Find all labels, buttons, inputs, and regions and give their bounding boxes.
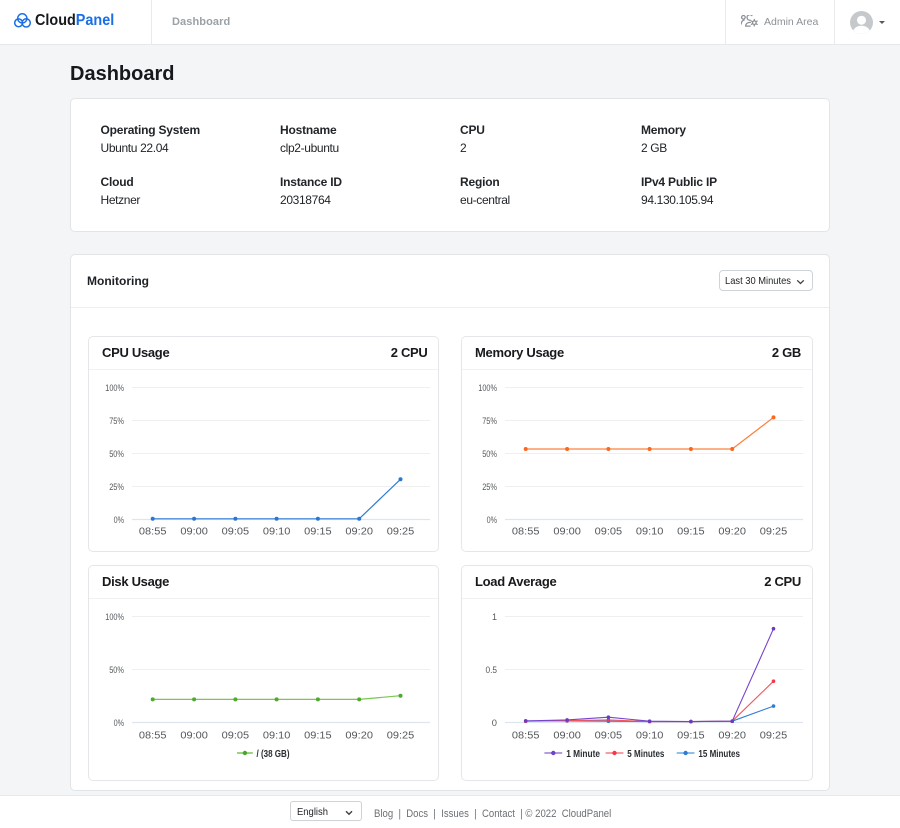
svg-text:09:20: 09:20 [345,731,373,742]
svg-text:75%: 75% [109,416,124,426]
svg-text:100%: 100% [105,612,124,622]
svg-text:1: 1 [492,612,497,622]
svg-text:25%: 25% [109,482,124,492]
svg-text:50%: 50% [109,449,124,459]
svg-text:09:25: 09:25 [387,527,415,538]
svg-text:5 Minutes: 5 Minutes [627,749,665,760]
svg-text:09:20: 09:20 [718,731,746,742]
svg-text:09:20: 09:20 [345,527,373,538]
svg-text:100%: 100% [478,383,497,393]
svg-text:09:25: 09:25 [760,731,788,742]
svg-text:09:15: 09:15 [677,527,705,538]
svg-text:09:00: 09:00 [553,731,581,742]
svg-text:09:15: 09:15 [304,527,332,538]
svg-text:50%: 50% [482,449,497,459]
svg-text:25%: 25% [482,482,497,492]
svg-text:09:20: 09:20 [718,527,746,538]
svg-text:0.5: 0.5 [486,665,498,675]
svg-text:09:10: 09:10 [263,527,291,538]
svg-text:08:55: 08:55 [139,527,167,538]
svg-text:09:05: 09:05 [595,731,623,742]
svg-text:09:25: 09:25 [387,731,415,742]
svg-text:09:25: 09:25 [760,527,788,538]
svg-text:09:00: 09:00 [553,527,581,538]
svg-text:09:05: 09:05 [222,527,250,538]
svg-text:09:15: 09:15 [304,731,332,742]
svg-text:0%: 0% [114,718,124,728]
svg-text:/ (38 GB): / (38 GB) [257,749,290,760]
svg-text:0%: 0% [487,515,497,525]
svg-text:09:00: 09:00 [180,731,208,742]
svg-text:09:05: 09:05 [222,731,250,742]
svg-text:09:00: 09:00 [180,527,208,538]
svg-text:09:05: 09:05 [595,527,623,538]
svg-text:50%: 50% [109,665,124,675]
svg-text:75%: 75% [482,416,497,426]
svg-text:08:55: 08:55 [139,731,167,742]
svg-text:09:10: 09:10 [636,527,664,538]
svg-text:1 Minute: 1 Minute [566,749,600,760]
svg-text:09:10: 09:10 [636,731,664,742]
svg-text:15 Minutes: 15 Minutes [698,749,740,760]
svg-text:100%: 100% [105,383,124,393]
svg-text:09:15: 09:15 [677,731,705,742]
svg-text:08:55: 08:55 [512,527,540,538]
svg-text:0: 0 [492,718,497,728]
svg-text:0%: 0% [114,515,124,525]
svg-text:08:55: 08:55 [512,731,540,742]
svg-text:09:10: 09:10 [263,731,291,742]
